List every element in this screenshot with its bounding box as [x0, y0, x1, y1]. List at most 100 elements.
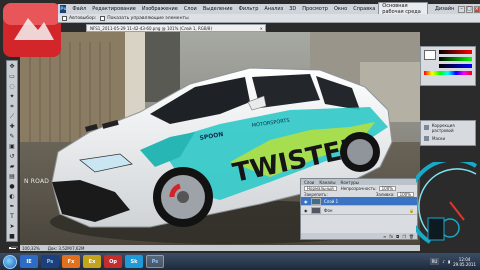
green-slider[interactable]: [439, 57, 472, 61]
masks-icon: [424, 136, 429, 141]
visibility-eye-icon[interactable]: ◉: [304, 199, 309, 204]
menu-edit[interactable]: Редактирование: [89, 6, 139, 12]
layers-panel: Слои Каналы Контуры Нормальный Непрозрач…: [300, 178, 418, 240]
adjustments-item[interactable]: Коррекция растровой: [421, 123, 475, 133]
layer-row[interactable]: ◉ Фон 🔒: [301, 206, 417, 215]
layers-panel-footer: ∞ fx ◘ ❐ 🗑: [301, 233, 417, 239]
taskbar-app-explorer[interactable]: Ex: [83, 255, 101, 268]
blur-tool-icon[interactable]: ●: [8, 183, 16, 191]
start-button-icon[interactable]: [3, 254, 17, 269]
lock-icon: 🔒: [409, 207, 414, 213]
tools-panel: ✥ ▭ ◌ ✦ ⌗ ⟋ ✚ ✎ ▣ ↺ ▰ ▤ ● ◐ ✒ T ➤ ■: [6, 60, 18, 249]
crop-tool-icon[interactable]: ⌗: [8, 103, 16, 111]
design-workspace[interactable]: Дизайн: [432, 6, 457, 12]
menu-view[interactable]: Просмотр: [299, 6, 331, 12]
speedometer-overlay: [406, 157, 480, 254]
photoshop-window: TWISTER SPOON MOTORSPORTS N ROAD Ps Файл…: [0, 0, 480, 270]
blue-slider[interactable]: [439, 64, 472, 68]
layer-name: Фон: [324, 207, 333, 213]
healing-tool-icon[interactable]: ✚: [8, 123, 16, 131]
menu-analysis[interactable]: Анализ: [261, 6, 286, 12]
opacity-input[interactable]: 100%: [378, 185, 397, 191]
system-tray: RU ♪ ▮ 12:04 29.05.2011: [429, 257, 480, 267]
link-layers-icon[interactable]: ∞: [383, 234, 386, 239]
status-bar: 100,32% Док: 3,52M/7,62M: [20, 245, 420, 251]
close-tab-icon[interactable]: ×: [260, 26, 263, 31]
road-caption: N ROAD: [24, 178, 50, 185]
menu-3d[interactable]: 3D: [286, 6, 299, 12]
red-slider[interactable]: [439, 50, 472, 54]
clock-date: 29.05.2011: [453, 261, 476, 267]
stamp-tool-icon[interactable]: ▣: [8, 143, 16, 151]
tab-paths[interactable]: Контуры: [340, 180, 358, 185]
document-info: Док: 3,52M/7,62M: [47, 245, 85, 251]
background-color-swatch[interactable]: [10, 246, 18, 248]
menu-window[interactable]: Окно: [331, 6, 350, 12]
menu-filter[interactable]: Фильтр: [236, 6, 262, 12]
auto-select-checkbox[interactable]: [62, 15, 67, 21]
add-mask-icon[interactable]: ◘: [396, 234, 399, 239]
network-icon[interactable]: ▮: [448, 259, 450, 264]
color-panel: [420, 46, 476, 86]
blend-mode-select[interactable]: Нормальный: [304, 185, 337, 191]
tab-channels[interactable]: Каналы: [319, 180, 335, 185]
document-tab-title: NFS1_2011-05-29 11-42-43-60.png @ 101% (…: [90, 25, 213, 31]
options-bar: Автовыбор: Показать управляющие элементы: [58, 14, 480, 23]
menu-layers[interactable]: Слои: [181, 6, 200, 12]
color-preview[interactable]: [424, 50, 436, 60]
brush-tool-icon[interactable]: ✎: [8, 133, 16, 141]
taskbar-app-photoshop[interactable]: Ps: [41, 255, 59, 268]
magic-wand-tool-icon[interactable]: ✦: [8, 93, 16, 101]
volume-icon[interactable]: ♪: [442, 259, 445, 264]
menu-help[interactable]: Справка: [350, 6, 378, 12]
close-icon[interactable]: ×: [473, 5, 480, 13]
opacity-label: Непрозрачность:: [340, 185, 377, 191]
path-select-tool-icon[interactable]: ➤: [8, 223, 16, 231]
taskbar-app-photoshop-active[interactable]: Ps: [146, 255, 164, 268]
zoom-level[interactable]: 100,32%: [22, 246, 40, 251]
photoshop-icon: Ps: [60, 5, 67, 13]
speedometer-graphic: [406, 157, 478, 244]
language-indicator[interactable]: RU: [429, 258, 440, 265]
layer-name: Слой 1: [324, 198, 339, 204]
new-layer-icon[interactable]: ❐: [402, 234, 406, 239]
layer-thumbnail: [311, 206, 321, 214]
dodge-tool-icon[interactable]: ◐: [8, 193, 16, 201]
menu-select[interactable]: Выделение: [200, 6, 236, 12]
eraser-tool-icon[interactable]: ▰: [8, 163, 16, 171]
delete-layer-icon[interactable]: 🗑: [409, 234, 414, 239]
menu-file[interactable]: Файл: [69, 6, 89, 12]
show-transform-checkbox[interactable]: [100, 15, 106, 21]
minimize-icon[interactable]: –: [458, 5, 465, 13]
taskbar-app-skype[interactable]: Sk: [125, 255, 143, 268]
visibility-eye-icon[interactable]: ◉: [304, 208, 309, 213]
taskbar-app-ie[interactable]: IE: [20, 255, 38, 268]
adjustments-icon: [424, 125, 429, 130]
clock[interactable]: 12:04 29.05.2011: [453, 257, 476, 267]
shape-tool-icon[interactable]: ■: [8, 233, 16, 241]
move-tool-icon[interactable]: ✥: [8, 63, 16, 71]
type-tool-icon[interactable]: T: [8, 213, 16, 221]
taskbar-app-opera[interactable]: Op: [104, 255, 122, 268]
layer-style-icon[interactable]: fx: [389, 234, 393, 239]
tab-layers[interactable]: Слои: [304, 180, 314, 185]
pen-tool-icon[interactable]: ✒: [8, 203, 16, 211]
lasso-tool-icon[interactable]: ◌: [8, 83, 16, 91]
show-transform-label: Показать управляющие элементы: [107, 15, 189, 21]
history-brush-icon[interactable]: ↺: [8, 153, 16, 161]
gradient-tool-icon[interactable]: ▤: [8, 173, 16, 181]
menu-image[interactable]: Изображение: [139, 6, 181, 12]
logo-graphic: [3, 3, 61, 57]
maximize-icon[interactable]: □: [465, 5, 473, 13]
marquee-tool-icon[interactable]: ▭: [8, 73, 16, 81]
spectrum-bar[interactable]: [424, 71, 472, 75]
lock-label: Закрепить:: [304, 191, 328, 197]
windows-taskbar: IE Ps Fx Ex Op Sk Ps RU ♪ ▮ 12:04 29.05.…: [0, 253, 480, 270]
taskbar-app-firefox[interactable]: Fx: [62, 255, 80, 268]
eyedropper-tool-icon[interactable]: ⟋: [8, 113, 16, 121]
fill-input[interactable]: 100%: [396, 191, 414, 197]
channel-logo: [0, 0, 64, 60]
masks-item[interactable]: Маски: [421, 134, 475, 143]
document-tab[interactable]: NFS1_2011-05-29 11-42-43-60.png @ 101% (…: [86, 24, 266, 32]
layer-row[interactable]: ◉ Слой 1: [301, 197, 417, 206]
